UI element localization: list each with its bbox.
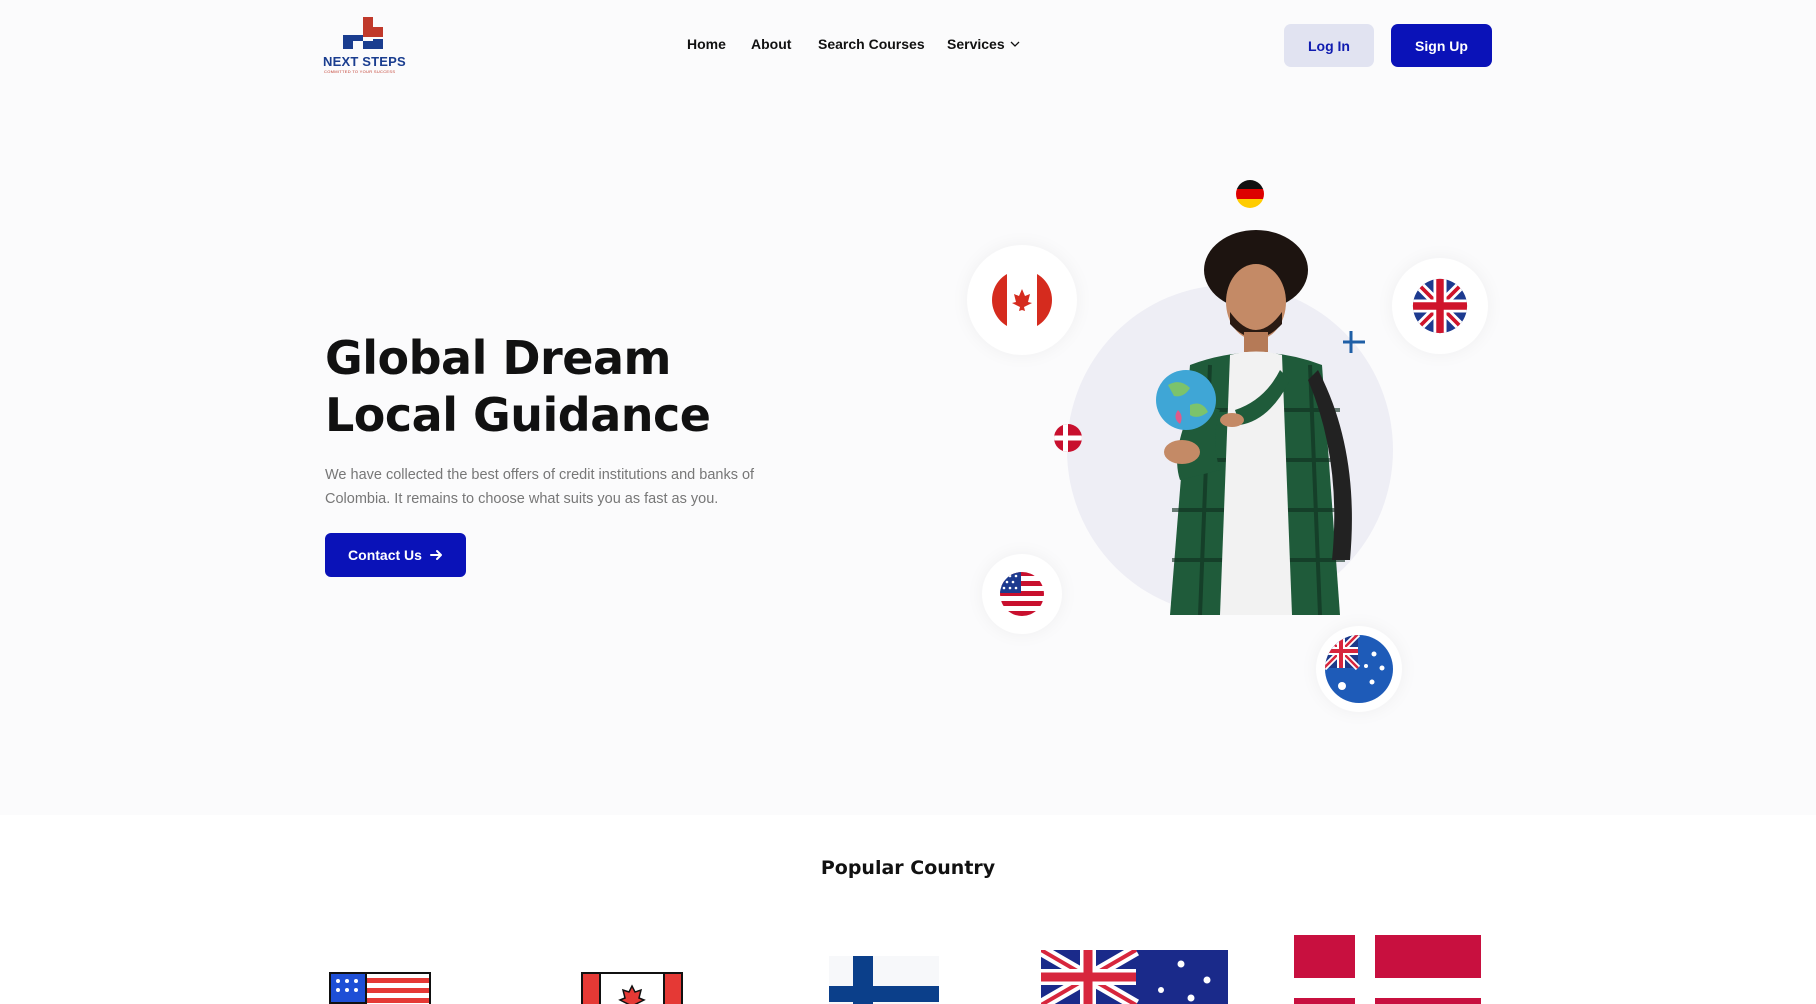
country-card-usa[interactable] bbox=[329, 972, 431, 1004]
usa-flag-icon bbox=[329, 972, 431, 1004]
hero-title: Global Dream Local Guidance bbox=[325, 330, 711, 444]
nav-search-courses[interactable]: Search Courses bbox=[818, 36, 925, 52]
nav-home[interactable]: Home bbox=[687, 36, 726, 52]
germany-flag-bubble bbox=[1230, 174, 1270, 214]
finland-flag-icon bbox=[829, 956, 939, 1004]
logo-tagline: COMMITTED TO YOUR SUCCESS bbox=[324, 69, 396, 74]
logo-text: NEXT STEPS bbox=[323, 54, 406, 69]
country-card-denmark[interactable] bbox=[1294, 935, 1481, 1004]
canada-flag-icon bbox=[992, 270, 1052, 330]
site-header: NEXT STEPS COMMITTED TO YOUR SUCCESS Hom… bbox=[0, 0, 1816, 92]
country-card-finland[interactable] bbox=[829, 956, 939, 1004]
nav-services-label: Services bbox=[947, 36, 1005, 52]
denmark-flag-bubble bbox=[1048, 418, 1088, 458]
uk-flag-bubble bbox=[1392, 258, 1488, 354]
popular-country-title: Popular Country bbox=[820, 857, 996, 879]
australia-flag-icon bbox=[1041, 950, 1228, 1004]
denmark-flag-icon bbox=[1294, 935, 1481, 1004]
signup-button[interactable]: Sign Up bbox=[1391, 24, 1492, 67]
nav-about[interactable]: About bbox=[751, 36, 791, 52]
usa-flag-icon bbox=[1000, 572, 1044, 616]
germany-flag-icon bbox=[1236, 180, 1264, 208]
finland-flag-icon bbox=[1343, 331, 1365, 353]
hero-description: We have collected the best offers of cre… bbox=[325, 467, 755, 507]
student-with-globe-image bbox=[1156, 230, 1352, 615]
canada-flag-bubble bbox=[967, 245, 1077, 355]
canada-flag-icon bbox=[581, 972, 683, 1004]
australia-flag-bubble bbox=[1316, 626, 1402, 712]
logo[interactable]: NEXT STEPS COMMITTED TO YOUR SUCCESS bbox=[323, 17, 413, 75]
nav-services[interactable]: Services bbox=[947, 36, 1020, 52]
uk-flag-icon bbox=[1412, 278, 1468, 334]
australia-flag-icon bbox=[1325, 635, 1393, 703]
hero-title-line1: Global Dream bbox=[325, 331, 671, 385]
usa-flag-bubble bbox=[982, 554, 1062, 634]
country-card-australia[interactable] bbox=[1041, 950, 1228, 1004]
finland-flag-bubble bbox=[1335, 323, 1373, 361]
denmark-flag-icon bbox=[1054, 424, 1082, 452]
contact-us-button[interactable]: Contact Us bbox=[325, 533, 466, 577]
chevron-down-icon bbox=[1010, 41, 1020, 47]
logo-mark-icon bbox=[343, 17, 383, 49]
hero-title-line2: Local Guidance bbox=[325, 388, 711, 442]
country-card-canada[interactable] bbox=[581, 972, 683, 1004]
arrow-right-icon bbox=[429, 550, 442, 560]
login-button[interactable]: Log In bbox=[1284, 24, 1374, 67]
contact-us-label: Contact Us bbox=[348, 547, 422, 563]
